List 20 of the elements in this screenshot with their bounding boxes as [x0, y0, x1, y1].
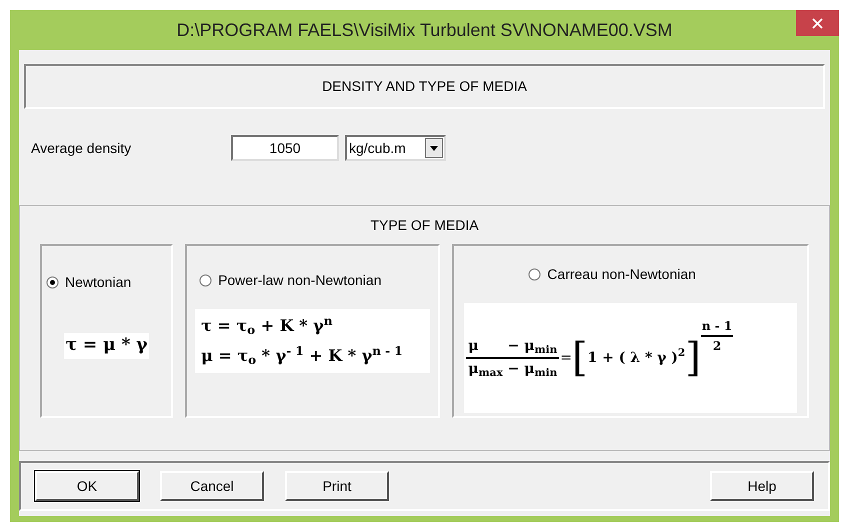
section-header: DENSITY AND TYPE OF MEDIA — [24, 64, 825, 109]
formula: τ = μ * γ — [64, 333, 150, 358]
dialog-button[interactable]: OK — [35, 471, 139, 501]
radio-icon — [199, 274, 212, 287]
radio-icon — [46, 276, 59, 289]
dialog-button[interactable]: Print — [285, 471, 389, 501]
radio-icon — [528, 268, 542, 281]
close-button[interactable] — [796, 10, 839, 36]
close-icon — [812, 18, 823, 28]
radio-option[interactable]: Newtonian — [46, 272, 132, 293]
radio-option[interactable]: Power-law non-Newtonian — [199, 270, 382, 291]
field-label: Average density — [31, 138, 132, 158]
dialog-button[interactable]: Cancel — [160, 471, 264, 501]
dialog-button[interactable]: Help — [710, 471, 814, 501]
unit-dropdown[interactable]: kg/cub.m — [345, 135, 446, 161]
density-field[interactable]: 1050 — [231, 135, 339, 161]
formula: τ = τ$_{o}$ + K * γ$^{n}$ μ = τ$_{o}$ * γ$^{- 1}$ + K * γ$^{n - 1}$ — [195, 309, 430, 373]
radio-option[interactable]: Carreau non-Newtonian — [528, 264, 696, 285]
group-title: TYPE OF MEDIA — [369, 216, 480, 235]
window-title: D:\PROGRAM FAELS\VisiMix Turbulent SV\NONAME00.VSM — [176, 18, 674, 42]
